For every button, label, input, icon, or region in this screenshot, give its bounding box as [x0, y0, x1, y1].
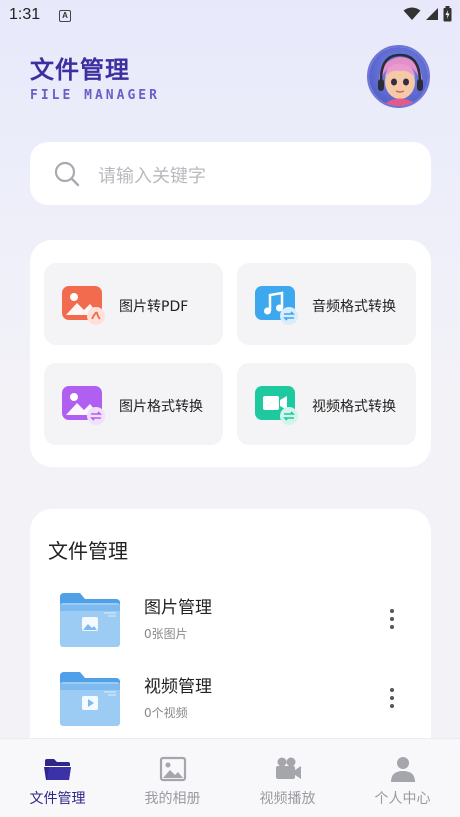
image-folder-icon — [60, 593, 120, 647]
page-title: 文件管理 — [30, 56, 130, 84]
section-title: 文件管理 — [48, 539, 128, 563]
file-count: 0张图片 — [144, 627, 188, 641]
audio-convert-icon — [255, 286, 298, 325]
search-placeholder: 请输入关键字 — [98, 166, 206, 187]
more-icon[interactable] — [385, 686, 399, 710]
list-item-video-folder[interactable]: 视频管理 0个视频 — [30, 672, 431, 742]
tool-label: 视频格式转换 — [312, 399, 396, 415]
search-input[interactable]: 请输入关键字 — [30, 142, 431, 205]
file-name: 视频管理 — [144, 677, 212, 697]
nav-file-manager[interactable]: 文件管理 — [0, 739, 115, 817]
image-to-pdf-icon — [62, 286, 105, 325]
status-indicators — [403, 6, 452, 22]
camera-icon — [276, 757, 301, 779]
video-folder-icon — [60, 672, 120, 726]
more-icon[interactable] — [385, 607, 399, 631]
list-item-image-folder[interactable]: 图片管理 0张图片 — [30, 593, 431, 663]
notification-icon: A — [59, 10, 71, 22]
image-convert-icon — [62, 386, 105, 425]
page-subtitle: FILE MANAGER — [30, 88, 160, 103]
search-icon — [54, 161, 80, 187]
status-bar: 1:31 A — [0, 0, 460, 32]
nav-label: 我的相册 — [144, 791, 201, 807]
nav-label: 文件管理 — [29, 791, 86, 807]
nav-label: 个人中心 — [374, 791, 431, 807]
tool-audio-convert[interactable]: 音频格式转换 — [237, 263, 416, 345]
bottom-nav: 文件管理 我的相册 视频播放 个人中心 — [0, 738, 460, 817]
tool-label: 图片格式转换 — [119, 399, 203, 415]
files-card: 文件管理 图片管理 0张图片 视频管理 0个视频 — [30, 509, 431, 769]
status-time: 1:31 — [9, 6, 41, 23]
file-count: 0个视频 — [144, 706, 188, 720]
user-icon — [391, 757, 415, 782]
tool-image-convert[interactable]: 图片格式转换 — [44, 363, 223, 445]
battery-icon — [443, 6, 452, 22]
folder-icon — [44, 759, 71, 780]
tool-label: 图片转PDF — [119, 299, 189, 315]
wifi-icon — [403, 7, 421, 20]
tool-video-convert[interactable]: 视频格式转换 — [237, 363, 416, 445]
nav-label: 视频播放 — [259, 791, 316, 807]
tools-card: 图片转PDF 音频格式转换 图片格式转换 视频格式转换 — [30, 240, 431, 467]
nav-video-player[interactable]: 视频播放 — [230, 739, 345, 817]
nav-profile[interactable]: 个人中心 — [345, 739, 460, 817]
avatar[interactable] — [367, 45, 430, 108]
nav-album[interactable]: 我的相册 — [115, 739, 230, 817]
signal-icon — [426, 8, 438, 20]
tool-label: 音频格式转换 — [312, 299, 396, 315]
album-icon — [159, 756, 187, 782]
video-convert-icon — [255, 386, 298, 425]
tool-image-to-pdf[interactable]: 图片转PDF — [44, 263, 223, 345]
file-name: 图片管理 — [144, 598, 212, 618]
